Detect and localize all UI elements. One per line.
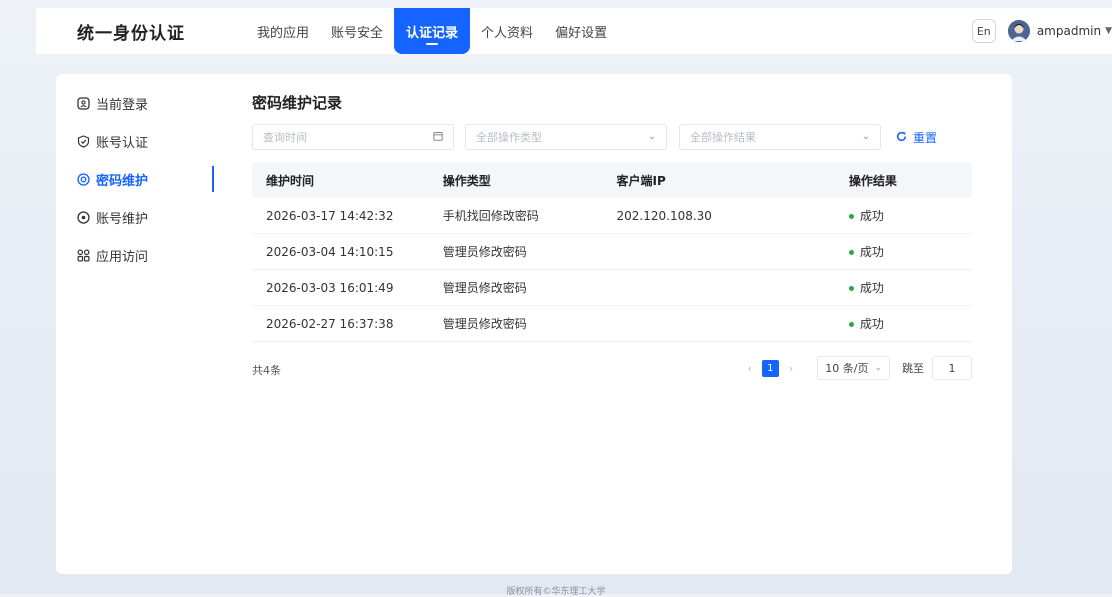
table-row: 2026-03-03 16:01:49 管理员修改密码 成功 bbox=[252, 269, 972, 306]
table-row: 2026-03-04 14:10:15 管理员修改密码 成功 bbox=[252, 233, 972, 270]
page-size-value: 10 条/页 bbox=[825, 362, 869, 375]
column-header-result: 操作结果 bbox=[848, 162, 972, 198]
cell-result: 成功 bbox=[848, 305, 972, 342]
cell-result: 成功 bbox=[848, 233, 972, 270]
nav-profile[interactable]: 个人资料 bbox=[470, 8, 544, 54]
language-switch-button[interactable]: En bbox=[971, 19, 996, 43]
avatar-icon bbox=[1007, 20, 1030, 42]
column-header-time: 维护时间 bbox=[252, 162, 443, 198]
cell-ip bbox=[616, 269, 849, 306]
records-table: 维护时间 操作类型 客户端IP 操作结果 2026-03-17 14:42:32… bbox=[252, 162, 972, 342]
cell-ip: 202.120.108.30 bbox=[616, 198, 849, 234]
jump-to-input[interactable]: 1 bbox=[932, 356, 972, 380]
table-row: 2026-02-27 16:37:38 管理员修改密码 成功 bbox=[252, 305, 972, 342]
sidebar-item-label: 应用访问 bbox=[96, 249, 149, 265]
sidebar-item-app-access[interactable]: 应用访问 bbox=[56, 236, 214, 274]
login-icon bbox=[76, 96, 90, 110]
table-footer: 共4条 ‹ 1 › 10 条/页 ⌄ 跳至 1 bbox=[252, 356, 972, 384]
success-dot-icon bbox=[848, 322, 854, 327]
account-icon bbox=[76, 210, 90, 224]
sidebar-item-account-maintenance[interactable]: 账号维护 bbox=[56, 198, 214, 236]
cell-result: 成功 bbox=[848, 198, 972, 234]
column-header-type: 操作类型 bbox=[442, 162, 617, 198]
shield-icon bbox=[76, 134, 90, 148]
reset-button[interactable]: 重置 bbox=[896, 129, 937, 146]
nav-my-apps[interactable]: 我的应用 bbox=[246, 8, 320, 54]
sidebar-item-label: 账号认证 bbox=[96, 135, 149, 151]
column-header-ip: 客户端IP bbox=[616, 162, 849, 198]
sidebar-item-password-maintenance[interactable]: 密码维护 bbox=[56, 160, 214, 198]
total-count: 共4条 bbox=[252, 364, 281, 377]
chevron-down-icon: ⌄ bbox=[861, 131, 870, 142]
page-title: 密码维护记录 bbox=[252, 94, 343, 112]
cell-ip bbox=[616, 233, 849, 270]
table-header-row: 维护时间 操作类型 客户端IP 操作结果 bbox=[252, 162, 972, 198]
username-label[interactable]: ampadmin bbox=[1037, 24, 1101, 38]
page-size-select[interactable]: 10 条/页 ⌄ bbox=[817, 356, 890, 380]
chevron-down-icon: ⌄ bbox=[874, 363, 882, 373]
result-text: 成功 bbox=[859, 245, 884, 259]
cell-ip bbox=[616, 305, 849, 342]
cell-type: 管理员修改密码 bbox=[442, 233, 617, 270]
sidebar-item-account-auth[interactable]: 账号认证 bbox=[56, 122, 214, 160]
sidebar-item-current-login[interactable]: 当前登录 bbox=[56, 84, 214, 122]
main-card: 当前登录 账号认证 密码维护 账号维护 应用访问 密码维护记录 查询时间 全部操… bbox=[56, 74, 1012, 574]
result-text: 成功 bbox=[859, 209, 884, 223]
success-dot-icon bbox=[848, 214, 854, 219]
calendar-icon bbox=[433, 131, 443, 144]
sidebar-item-label: 当前登录 bbox=[96, 97, 149, 113]
cell-time: 2026-03-04 14:10:15 bbox=[252, 233, 443, 270]
operation-type-placeholder: 全部操作类型 bbox=[476, 131, 542, 144]
password-icon bbox=[76, 172, 90, 186]
chevron-down-icon[interactable]: ▼ bbox=[1105, 26, 1112, 36]
cell-type: 管理员修改密码 bbox=[442, 305, 617, 342]
cell-time: 2026-03-03 16:01:49 bbox=[252, 269, 443, 306]
success-dot-icon bbox=[848, 286, 854, 291]
next-page-icon[interactable]: › bbox=[789, 362, 793, 375]
success-dot-icon bbox=[848, 250, 854, 255]
page-number-button[interactable]: 1 bbox=[761, 359, 779, 377]
filter-bar: 查询时间 全部操作类型 ⌄ 全部操作结果 ⌄ 重置 bbox=[252, 124, 972, 152]
nav-account-security[interactable]: 账号安全 bbox=[320, 8, 394, 54]
reset-label: 重置 bbox=[913, 131, 938, 145]
cell-type: 管理员修改密码 bbox=[442, 269, 617, 306]
header-tools: En ampadmin ▼ bbox=[971, 8, 1112, 54]
cell-type: 手机找回修改密码 bbox=[442, 198, 617, 234]
time-range-placeholder: 查询时间 bbox=[263, 131, 307, 144]
time-range-picker[interactable]: 查询时间 bbox=[252, 124, 454, 150]
result-text: 成功 bbox=[859, 317, 884, 331]
copyright-footer: 版权所有©华东理工大学 bbox=[506, 587, 606, 597]
refresh-icon bbox=[896, 131, 907, 145]
nav-preferences[interactable]: 偏好设置 bbox=[544, 8, 618, 54]
cell-time: 2026-02-27 16:37:38 bbox=[252, 305, 443, 342]
nav-auth-records[interactable]: 认证记录 bbox=[394, 8, 471, 54]
apps-icon bbox=[76, 248, 90, 262]
top-header: 统一身份认证 我的应用 账号安全 认证记录 个人资料 偏好设置 En ampad… bbox=[36, 8, 1112, 54]
table-row: 2026-03-17 14:42:32 手机找回修改密码 202.120.108… bbox=[252, 198, 972, 234]
sidebar-item-label: 账号维护 bbox=[96, 211, 149, 227]
main-nav: 我的应用 账号安全 认证记录 个人资料 偏好设置 bbox=[246, 8, 618, 54]
sidebar-item-label: 密码维护 bbox=[96, 173, 149, 189]
user-avatar[interactable] bbox=[1007, 20, 1030, 42]
operation-result-placeholder: 全部操作结果 bbox=[690, 131, 756, 144]
chevron-down-icon: ⌄ bbox=[647, 131, 656, 142]
result-text: 成功 bbox=[859, 281, 884, 295]
jump-to-label: 跳至 bbox=[902, 362, 924, 375]
operation-type-select[interactable]: 全部操作类型 ⌄ bbox=[465, 124, 667, 150]
pagination: ‹ 1 › 10 条/页 ⌄ 跳至 1 bbox=[737, 356, 972, 380]
app-logo-title: 统一身份认证 bbox=[77, 23, 185, 44]
sidebar: 当前登录 账号认证 密码维护 账号维护 应用访问 bbox=[56, 84, 214, 274]
prev-page-icon[interactable]: ‹ bbox=[747, 362, 751, 375]
cell-result: 成功 bbox=[848, 269, 972, 306]
cell-time: 2026-03-17 14:42:32 bbox=[252, 198, 443, 234]
operation-result-select[interactable]: 全部操作结果 ⌄ bbox=[679, 124, 881, 150]
